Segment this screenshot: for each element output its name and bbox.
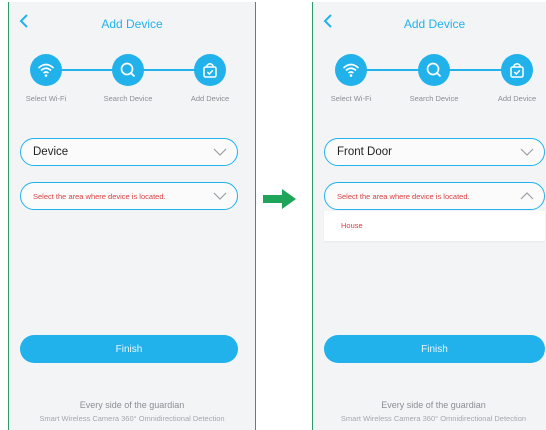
header: Add Device [313,2,546,46]
wifi-icon [30,54,62,86]
device-name-value: Front Door [337,146,392,158]
header: Add Device [9,2,255,46]
chevron-down-icon [213,192,227,200]
step-add-device: Add Device [175,54,245,103]
step-label: Select Wi-Fi [25,94,67,103]
device-name-field[interactable]: Front Door [324,138,545,166]
footer-subtitle: Smart Wireless Camera 360° Omnidirection… [340,414,527,423]
area-dropdown: House [324,211,545,241]
step-label: Select Wi-Fi [330,94,372,103]
footer-subtitle: Smart Wireless Camera 360° Omnidirection… [39,414,225,423]
bag-check-icon [501,54,533,86]
chevron-up-icon [520,192,534,200]
finish-button[interactable]: Finish [20,335,238,363]
chevron-left-icon [19,14,28,28]
finish-button[interactable]: Finish [324,335,545,363]
area-placeholder: Select the area where device is located. [337,191,470,201]
finish-label: Finish [421,343,448,355]
arrow-right-icon [263,189,296,209]
page-title: Add Device [403,17,466,31]
bag-check-icon [194,54,226,86]
finish-label: Finish [115,343,143,355]
step-label: Add Device [190,94,230,103]
back-button[interactable] [323,14,339,34]
progress-steps: Select Wi-Fi Search Device Add Device [313,54,546,106]
chevron-left-icon [323,14,332,28]
step-label: Search Device [409,94,459,103]
step-add-device: Add Device [482,54,546,103]
area-select[interactable]: Select the area where device is located. [20,182,238,210]
screen-before: Add Device Select Wi-Fi Search Device Ad… [8,2,256,430]
wifi-icon [335,54,367,86]
search-icon [112,54,144,86]
area-select[interactable]: Select the area where device is located. [324,182,545,210]
chevron-down-icon [520,148,534,156]
footer-tagline: Every side of the guardian [79,400,185,410]
progress-steps: Select Wi-Fi Search Device Add Device [9,54,255,106]
step-select-wifi: Select Wi-Fi [316,54,386,103]
step-search-device: Search Device [93,54,163,103]
device-name-field[interactable]: Device [20,138,238,166]
page-title: Add Device [101,17,163,31]
footer: Every side of the guardian Smart Wireles… [9,400,255,423]
chevron-down-icon [213,148,227,156]
step-search-device: Search Device [399,54,469,103]
device-name-value: Device [33,146,69,158]
area-placeholder: Select the area where device is located. [33,191,166,201]
step-select-wifi: Select Wi-Fi [11,54,81,103]
screen-after: Add Device Select Wi-Fi Search Device Ad… [312,2,546,430]
footer: Every side of the guardian Smart Wireles… [313,400,546,423]
back-button[interactable] [19,14,35,34]
area-option-house[interactable]: House [341,221,363,230]
step-label: Add Device [497,94,537,103]
footer-tagline: Every side of the guardian [381,400,486,410]
step-label: Search Device [103,94,153,103]
search-icon [418,54,450,86]
